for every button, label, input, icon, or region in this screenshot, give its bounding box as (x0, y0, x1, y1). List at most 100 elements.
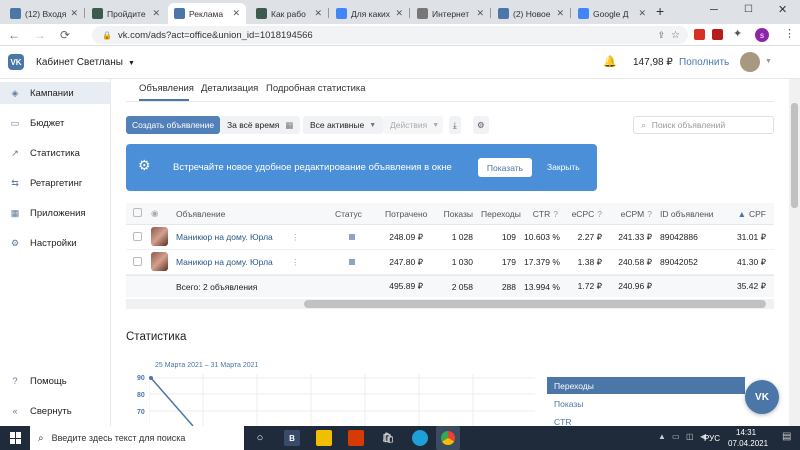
select-all-checkbox[interactable] (133, 208, 142, 217)
edge-icon[interactable] (412, 430, 428, 446)
close-icon[interactable]: ✕ (395, 8, 403, 19)
sidebar-item-apps[interactable]: ▦ Приложения (0, 202, 110, 224)
url-field[interactable]: 🔒 vk.com/ads?act=office&union_id=1018194… (92, 26, 688, 44)
scrollbar-thumb[interactable] (791, 103, 798, 208)
close-icon[interactable]: ✕ (638, 8, 646, 19)
status-stopped-icon[interactable] (349, 259, 355, 265)
window-close-icon[interactable]: ✕ (778, 3, 787, 16)
ad-thumbnail[interactable] (151, 226, 168, 246)
new-tab-button[interactable]: + (656, 3, 664, 19)
column-header-id[interactable]: ID объявления (660, 209, 714, 219)
browser-tab[interactable]: Пройдите ✕ (86, 3, 166, 24)
banner-show-button[interactable]: Показать (478, 158, 532, 177)
browser-tab[interactable]: (12) Входя ✕ (4, 3, 84, 24)
browser-menu-icon[interactable]: ⋮ (784, 27, 795, 40)
close-icon[interactable]: ✕ (476, 8, 484, 19)
browser-tab[interactable]: Как рабо ✕ (250, 3, 328, 24)
download-button[interactable]: ⤓ (449, 116, 461, 134)
create-ad-button[interactable]: Создать объявление (126, 116, 221, 134)
more-options-icon[interactable]: ⋮ (291, 257, 300, 267)
vk-logo-icon[interactable]: VK (8, 54, 24, 70)
back-icon[interactable]: ← (8, 28, 20, 42)
column-header-ecpc[interactable]: eCPC? (566, 209, 610, 219)
office-icon[interactable] (348, 430, 364, 446)
browser-tab[interactable]: Реклама ✕ (168, 3, 246, 24)
column-header-clicks[interactable]: Переходы (481, 209, 524, 219)
browser-tab[interactable]: Google Д ✕ (572, 3, 652, 24)
tray-clock-time[interactable]: 14:31 (736, 428, 756, 437)
profile-avatar[interactable]: s (755, 28, 769, 42)
settings-gear-button[interactable]: ⚙ (473, 116, 489, 134)
column-header-spent[interactable]: Потрачено (385, 209, 431, 219)
metric-item-shows[interactable]: Показы (547, 395, 745, 412)
browser-tab[interactable]: Интернет ✕ (411, 3, 490, 24)
tray-wifi-icon[interactable]: ▭ (672, 432, 680, 441)
column-header-ad[interactable]: Объявление (176, 209, 335, 219)
help-icon[interactable]: ? (597, 209, 602, 219)
column-header-cpf[interactable]: ▲ CPF (714, 209, 774, 219)
windows-start-icon[interactable] (10, 432, 22, 444)
vk-messenger-button[interactable]: VK (745, 380, 779, 414)
close-icon[interactable]: ✕ (314, 8, 322, 19)
sidebar-item-campaigns[interactable]: ◈ Кампании (0, 82, 110, 104)
help-icon[interactable]: ? (553, 209, 558, 219)
row-checkbox[interactable] (133, 256, 142, 266)
column-header-shows[interactable]: Показы (431, 209, 481, 219)
eye-icon[interactable]: ◉ (151, 208, 158, 218)
window-minimize-icon[interactable]: ─ (710, 4, 718, 16)
browser-tab[interactable]: (2) Новое ✕ (492, 3, 570, 24)
pdf-extension-icon[interactable] (694, 29, 705, 40)
page-scrollbar[interactable] (789, 79, 800, 426)
store-icon[interactable]: 🛍 (380, 430, 396, 446)
app-b-icon[interactable]: B (284, 430, 300, 446)
chevron-down-icon[interactable]: ▼ (765, 58, 772, 65)
column-header-ctr[interactable]: CTR? (524, 209, 566, 219)
column-header-status[interactable]: Статус (335, 209, 385, 219)
status-filter-select[interactable]: Все активные ▼ (303, 116, 384, 134)
column-header-ecpm[interactable]: eCPM? (610, 209, 660, 219)
ad-thumbnail[interactable] (151, 251, 168, 271)
metric-item-clicks[interactable]: Переходы (547, 377, 745, 394)
tray-network-icon[interactable]: ◫ (686, 432, 694, 441)
taskbar-search-box[interactable]: ⌕ Введите здесь текст для поиска (30, 426, 244, 450)
sidebar-item-budget[interactable]: ▭ Бюджет (0, 112, 110, 134)
row-checkbox[interactable] (133, 231, 142, 241)
tray-clock-date[interactable]: 07.04.2021 (728, 439, 768, 448)
account-switcher[interactable]: Кабинет Светланы ▼ (36, 57, 135, 68)
chrome-icon[interactable] (436, 426, 460, 450)
search-ads-input[interactable]: ⌕ Поиск объявлений (633, 116, 774, 134)
user-avatar[interactable] (740, 52, 760, 72)
sidebar-item-settings[interactable]: ⚙ Настройки (0, 232, 110, 254)
sidebar-item-retarget[interactable]: ⇆ Ретаргетинг (0, 172, 110, 194)
adobe-extension-icon[interactable] (712, 29, 723, 40)
banner-close-link[interactable]: Закрыть (547, 162, 580, 172)
forward-icon[interactable]: → (34, 28, 46, 42)
share-icon[interactable]: ⇪ (657, 30, 665, 41)
period-select[interactable]: За всё время ▦ (220, 116, 301, 134)
sidebar-item-help[interactable]: ? Помощь (0, 370, 110, 392)
table-horizontal-scrollbar[interactable] (126, 299, 774, 309)
metric-item-ctr[interactable]: CTR (547, 413, 745, 426)
close-icon[interactable]: ✕ (556, 8, 564, 19)
more-options-icon[interactable]: ⋮ (291, 232, 300, 242)
ad-name-link[interactable]: Маникюр на дому. Юрла (176, 232, 273, 242)
window-maximize-icon[interactable]: ☐ (744, 4, 753, 15)
help-icon[interactable]: ? (647, 209, 652, 219)
tab-ads[interactable]: Объявления (139, 83, 194, 94)
notifications-icon[interactable]: ▤ (782, 431, 791, 442)
extensions-icon[interactable]: ✦ (733, 27, 742, 40)
file-explorer-icon[interactable] (316, 430, 332, 446)
tray-up-icon[interactable]: ▲ (658, 432, 666, 441)
close-icon[interactable]: ✕ (152, 8, 160, 19)
actions-select[interactable]: Действия ▼ (383, 116, 443, 134)
scrollbar-thumb[interactable] (304, 300, 766, 308)
task-view-icon[interactable]: ○ (252, 430, 268, 446)
ad-name-link[interactable]: Маникюр на дому. Юрла (176, 257, 273, 267)
tab-detailed-stats[interactable]: Подробная статистика (266, 83, 366, 94)
topup-link[interactable]: Пополнить (679, 57, 729, 68)
tray-language[interactable]: РУС (704, 434, 720, 443)
close-icon[interactable]: ✕ (70, 8, 78, 19)
sidebar-collapse-button[interactable]: « Свернуть (0, 400, 110, 422)
browser-tab[interactable]: Для каких ✕ (330, 3, 409, 24)
reload-icon[interactable]: ⟳ (60, 28, 70, 42)
